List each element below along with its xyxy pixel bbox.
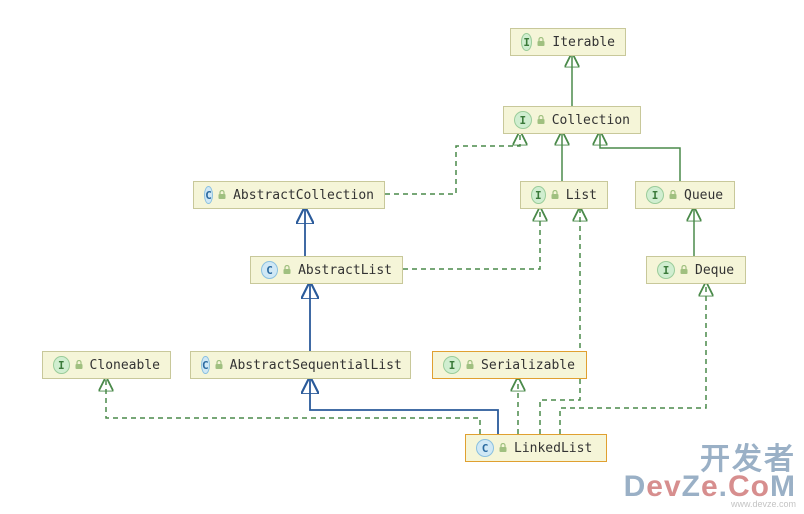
node-label: Cloneable (90, 358, 160, 373)
lock-icon (282, 265, 292, 275)
class-icon: C (476, 439, 494, 457)
node-linkedlist: C LinkedList (465, 434, 607, 462)
lock-icon (550, 190, 560, 200)
watermark-line2: DevZe.CoM (624, 473, 796, 500)
class-icon: C (201, 356, 210, 374)
node-label: List (566, 188, 597, 203)
node-list: I List (520, 181, 608, 209)
edge-abstractcollection-collection (385, 132, 520, 194)
interface-icon: I (521, 33, 532, 51)
interface-icon: I (531, 186, 546, 204)
interface-icon: I (443, 356, 461, 374)
interface-icon: I (53, 356, 70, 374)
node-queue: I Queue (635, 181, 735, 209)
node-abstractcollection: C AbstractCollection (193, 181, 385, 209)
interface-icon: I (646, 186, 664, 204)
interface-icon: I (657, 261, 675, 279)
node-label: LinkedList (514, 441, 592, 456)
edge-linkedlist-asl (310, 378, 498, 434)
node-abstractlist: C AbstractList (250, 256, 403, 284)
node-serializable: I Serializable (432, 351, 587, 379)
lock-icon (74, 360, 84, 370)
node-label: Deque (695, 263, 734, 278)
node-label: AbstractSequentialList (230, 358, 402, 373)
node-label: Collection (552, 113, 630, 128)
node-label: AbstractList (298, 263, 392, 278)
lock-icon (679, 265, 689, 275)
node-label: Queue (684, 188, 723, 203)
lock-icon (498, 443, 508, 453)
lock-icon (536, 37, 546, 47)
lock-icon (536, 115, 546, 125)
node-label: AbstractCollection (233, 188, 374, 203)
class-icon: C (261, 261, 278, 279)
node-label: Iterable (552, 35, 615, 50)
interface-icon: I (514, 111, 532, 129)
edge-linkedlist-cloneable (106, 378, 480, 434)
node-cloneable: I Cloneable (42, 351, 171, 379)
lock-icon (214, 360, 224, 370)
node-label: Serializable (481, 358, 575, 373)
edge-linkedlist-list (540, 208, 580, 434)
watermark-line1: 开发者 (624, 446, 796, 473)
edge-queue-collection (600, 132, 680, 181)
node-abstractsequentiallist: C AbstractSequentialList (190, 351, 411, 379)
edge-abstractlist-list (403, 208, 540, 269)
watermark: 开发者 DevZe.CoM www.devze.com (624, 446, 796, 508)
lock-icon (465, 360, 475, 370)
lock-icon (668, 190, 678, 200)
lock-icon (217, 190, 227, 200)
class-icon: C (204, 186, 213, 204)
node-deque: I Deque (646, 256, 746, 284)
node-collection: I Collection (503, 106, 641, 134)
node-iterable: I Iterable (510, 28, 626, 56)
